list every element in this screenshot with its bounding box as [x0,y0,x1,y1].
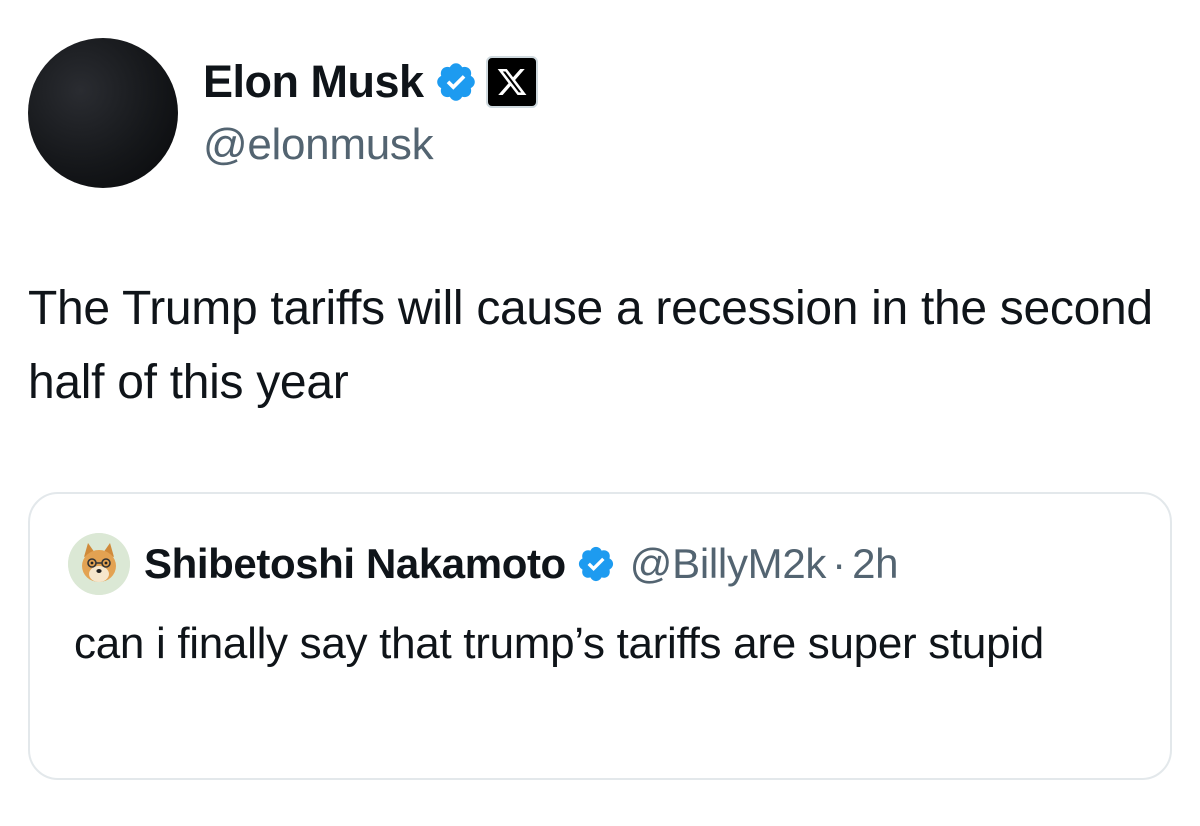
quoted-tweet-header: Shibetoshi Nakamoto @BillyM2k · 2h [68,532,899,596]
tweet: Elon Musk @elonmusk The Trump tariffs wi… [0,0,1200,826]
author-avatar[interactable] [28,38,178,188]
author-name-row: Elon Musk [203,52,538,112]
shiba-inu-avatar[interactable] [68,533,130,595]
quoted-verified-badge-icon[interactable] [576,544,616,584]
quoted-tweet[interactable]: Shibetoshi Nakamoto @BillyM2k · 2h can i… [28,492,1172,780]
quoted-author-handle[interactable]: @BillyM2k [630,540,827,588]
verified-badge-icon[interactable] [434,60,478,104]
tweet-text: The Trump tariffs will cause a recession… [28,282,1153,409]
quoted-tweet-text: can i finally say that trump’s tariffs a… [74,619,1044,668]
author-display-name[interactable]: Elon Musk [203,56,424,108]
x-logo-icon[interactable] [485,56,538,108]
author-handle[interactable]: @elonmusk [203,120,538,170]
quoted-tweet-timestamp[interactable]: 2h [852,540,898,588]
quoted-author-display-name[interactable]: Shibetoshi Nakamoto [144,540,566,588]
separator-dot: · [832,540,847,587]
author-info: Elon Musk @elonmusk [203,52,538,170]
